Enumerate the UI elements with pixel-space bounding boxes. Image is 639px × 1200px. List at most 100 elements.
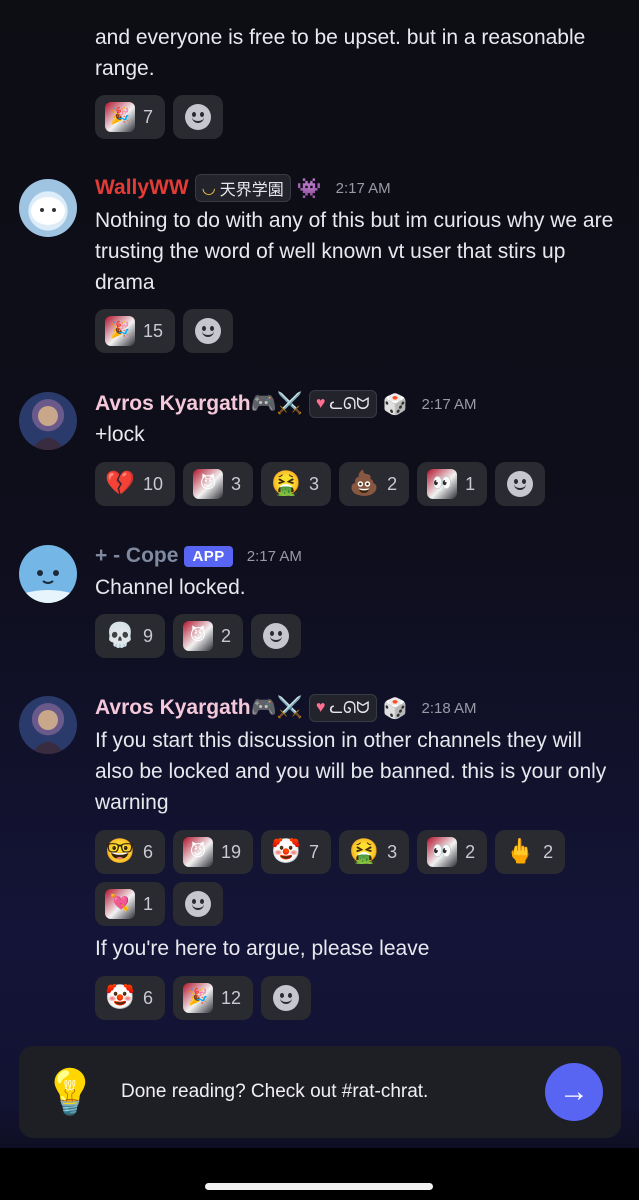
reaction-chip[interactable]: 🎉 15 <box>95 309 176 353</box>
skull-icon: 💀 <box>105 622 135 649</box>
avatar-portrait-icon <box>31 710 65 754</box>
reaction-chip[interactable]: 👀 2 <box>417 830 488 874</box>
reaction-count: 12 <box>221 987 242 1008</box>
reaction-count: 3 <box>309 473 320 494</box>
server-tag[interactable]: ♥ ᓚᘏᗢ <box>308 694 377 722</box>
home-indicator[interactable] <box>205 1183 433 1190</box>
reaction-chip[interactable]: 🖕 2 <box>495 830 566 874</box>
clown-icon: 🤡 <box>271 838 301 865</box>
custom-emoji-icon: 😈 <box>193 469 224 499</box>
reaction-count: 3 <box>387 841 398 862</box>
timestamp: 2:18 AM <box>421 699 477 717</box>
server-tag[interactable]: ♥ ᓚᘏᗢ <box>308 390 377 418</box>
reaction-chip[interactable]: 🎉 12 <box>173 976 254 1020</box>
dice-icon: 🎲 <box>382 697 408 720</box>
reaction-chip[interactable]: 🤡 7 <box>261 830 332 874</box>
reaction-count: 6 <box>143 987 154 1008</box>
username[interactable]: WallyWW <box>95 176 189 200</box>
avatar-ghost-icon <box>31 197 65 225</box>
reaction-chip[interactable]: 🤮 3 <box>261 462 332 506</box>
server-tag[interactable]: ◡ 天界学園 <box>194 174 291 202</box>
reaction-count: 6 <box>143 841 154 862</box>
reaction-chip[interactable]: 😈 19 <box>173 830 254 874</box>
timestamp: 2:17 AM <box>421 395 477 413</box>
reaction-chip[interactable]: 🤓 6 <box>95 830 166 874</box>
avatar[interactable] <box>19 545 77 603</box>
vomit-icon: 🤮 <box>271 470 301 497</box>
avatar[interactable] <box>19 392 77 450</box>
poop-icon: 💩 <box>349 470 379 497</box>
message-text: If you're here to argue, please leave <box>95 937 430 960</box>
message-text: Channel locked. <box>95 576 246 599</box>
reaction-count: 3 <box>231 473 242 494</box>
username[interactable]: Avros Kyargath🎮⚔️ <box>95 696 303 720</box>
avatar-portrait-icon <box>31 406 65 450</box>
custom-emoji-icon: 🎉 <box>105 316 135 346</box>
custom-emoji-icon: 😈 <box>183 621 214 651</box>
message-text: If you start this discussion in other ch… <box>95 729 607 814</box>
add-reaction-button[interactable] <box>261 976 312 1020</box>
reaction-chip[interactable]: 🤮 3 <box>339 830 410 874</box>
add-reaction-button[interactable] <box>183 309 234 353</box>
reaction-chip[interactable]: 💘 1 <box>95 882 166 926</box>
username[interactable]: + - Cope <box>95 544 178 568</box>
reaction-chip[interactable]: 💔 10 <box>95 462 176 506</box>
message-header: + - Cope APP 2:17 AM <box>95 540 302 572</box>
smile-plus-icon <box>185 104 212 130</box>
username[interactable]: Avros Kyargath🎮⚔️ <box>95 392 303 416</box>
add-reaction-button[interactable] <box>251 614 302 658</box>
reaction-chip[interactable]: 😈 2 <box>173 614 244 658</box>
reaction-count: 7 <box>309 841 320 862</box>
reaction-chip[interactable]: 💩 2 <box>339 462 410 506</box>
custom-emoji-icon: 💘 <box>105 889 135 919</box>
reaction-count: 2 <box>221 625 232 646</box>
server-tag-label: ᓚᘏᗢ <box>329 396 370 413</box>
reaction-count: 2 <box>465 841 476 862</box>
reaction-count: 2 <box>543 841 554 862</box>
nerd-face-icon: 🤓 <box>105 838 135 865</box>
reaction-row: 💀 9 😈 2 <box>95 614 615 658</box>
reaction-count: 10 <box>143 473 164 494</box>
message-header: WallyWW ◡ 天界学園 👾 2:17 AM <box>95 172 391 204</box>
message-header: Avros Kyargath🎮⚔️ ♥ ᓚᘏᗢ 🎲 2:18 AM <box>95 692 477 724</box>
reaction-count: 9 <box>143 625 154 646</box>
winged-lightbulb-icon: 💡 <box>42 1068 98 1117</box>
bottom-safe-area <box>0 1148 639 1200</box>
add-reaction-button[interactable] <box>173 95 224 139</box>
arrow-right-icon[interactable]: → <box>545 1063 603 1121</box>
message-header: Avros Kyargath🎮⚔️ ♥ ᓚᘏᗢ 🎲 2:17 AM <box>95 388 477 420</box>
done-reading-banner[interactable]: 💡 Done reading? Check out #rat-chrat. → <box>19 1046 621 1138</box>
message-text: +lock <box>95 423 145 446</box>
avatar[interactable] <box>19 696 77 754</box>
avatar-whale-icon <box>25 570 71 603</box>
reaction-count: 19 <box>221 841 242 862</box>
reaction-chip[interactable]: 💀 9 <box>95 614 166 658</box>
reaction-chip[interactable]: 🎉 7 <box>95 95 166 139</box>
custom-emoji-icon: 😈 <box>183 837 214 867</box>
reaction-row: 🤓 6 😈 19 🤡 7 🤮 3 👀 2 🖕 2 💘 1 <box>95 830 615 926</box>
reaction-row: 🤡 6 🎉 12 <box>95 976 615 1020</box>
reaction-chip[interactable]: 😈 3 <box>183 462 254 506</box>
timestamp: 2:17 AM <box>246 547 302 565</box>
message-text: and everyone is free to be upset. but in… <box>95 26 586 80</box>
reaction-count: 15 <box>143 320 164 341</box>
heart-icon: ♥ <box>315 699 326 716</box>
custom-emoji-icon: 🎉 <box>183 983 214 1013</box>
add-reaction-button[interactable] <box>173 882 224 926</box>
reaction-count: 2 <box>387 473 398 494</box>
smile-plus-icon <box>263 623 290 649</box>
reaction-chip[interactable]: 👀 1 <box>417 462 488 506</box>
vomit-icon: 🤮 <box>349 838 379 865</box>
smile-plus-icon <box>273 985 300 1011</box>
banner-text: Done reading? Check out #rat-chrat. <box>121 1081 429 1102</box>
reaction-chip[interactable]: 🤡 6 <box>95 976 166 1020</box>
custom-emoji-icon: 👀 <box>427 837 458 867</box>
broken-heart-icon: 💔 <box>105 470 135 497</box>
avatar[interactable] <box>19 179 77 237</box>
smile-plus-icon <box>507 471 534 497</box>
add-reaction-button[interactable] <box>495 462 546 506</box>
role-badge-icon: 👾 <box>296 177 322 200</box>
reaction-count: 1 <box>143 893 154 914</box>
reaction-row: 🎉 15 <box>95 309 615 353</box>
heart-icon: ♥ <box>315 395 326 412</box>
